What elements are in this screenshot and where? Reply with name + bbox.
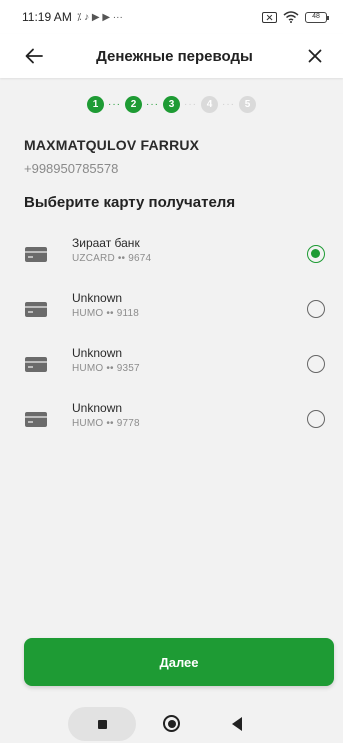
step-2: 2 xyxy=(125,95,142,113)
step-connector: ··· xyxy=(184,98,197,110)
recipient-phone: +998950785578 xyxy=(24,161,119,176)
status-right: 48 xyxy=(262,11,329,23)
battery-icon: 48 xyxy=(305,11,329,23)
app-header: Денежные переводы xyxy=(0,34,343,78)
card-radio[interactable] xyxy=(307,355,325,373)
credit-card-icon xyxy=(25,412,47,427)
card-number: HUMO •• 9357 xyxy=(72,363,140,374)
wifi-icon xyxy=(283,11,299,23)
credit-card-icon xyxy=(25,302,47,317)
status-left: 11:19 AM ⁒ ♪ ▶ ▶ ··· xyxy=(22,10,123,24)
no-sim-icon xyxy=(262,11,277,23)
card-option[interactable]: Unknown HUMO •• 9778 xyxy=(0,397,343,441)
step-4: 4 xyxy=(201,95,218,113)
credit-card-icon xyxy=(25,247,47,262)
notification-icons: ⁒ ♪ ▶ ▶ ··· xyxy=(76,11,123,23)
recipient-name: MAXMATQULOV FARRUX xyxy=(24,137,200,153)
close-button[interactable] xyxy=(303,44,327,68)
square-icon xyxy=(97,719,107,729)
card-bank-name: Unknown xyxy=(72,401,123,415)
step-connector: ··· xyxy=(222,98,235,110)
progress-stepper: 1 ··· 2 ··· 3 ··· 4 ··· 5 xyxy=(0,92,343,116)
status-bar: 11:19 AM ⁒ ♪ ▶ ▶ ··· 48 xyxy=(0,0,343,34)
recents-button[interactable] xyxy=(68,707,136,741)
step-1: 1 xyxy=(87,95,104,113)
card-number: UZCARD •• 9674 xyxy=(72,253,152,264)
back-button[interactable] xyxy=(22,44,46,68)
card-bank-name: Unknown xyxy=(72,291,123,305)
arrow-left-icon xyxy=(25,48,43,64)
credit-card-icon xyxy=(25,357,47,372)
status-time: 11:19 AM xyxy=(22,10,72,24)
card-option[interactable]: Unknown HUMO •• 9357 xyxy=(0,342,343,386)
section-title: Выберите карту получателя xyxy=(24,194,236,211)
card-bank-name: Unknown xyxy=(72,346,123,360)
step-connector: ··· xyxy=(108,98,121,110)
step-connector: ··· xyxy=(146,98,159,110)
card-option[interactable]: Зираат банк UZCARD •• 9674 xyxy=(0,232,343,276)
card-option[interactable]: Unknown HUMO •• 9118 xyxy=(0,287,343,331)
card-radio[interactable] xyxy=(307,410,325,428)
card-number: HUMO •• 9118 xyxy=(72,308,140,319)
card-radio[interactable] xyxy=(307,245,325,263)
card-radio[interactable] xyxy=(307,300,325,318)
home-button[interactable] xyxy=(163,715,180,732)
step-3: 3 xyxy=(163,95,180,113)
next-button[interactable]: Далее xyxy=(24,638,334,686)
close-icon xyxy=(308,49,322,63)
card-number: HUMO •• 9778 xyxy=(72,418,140,429)
step-5: 5 xyxy=(239,95,256,113)
page-title: Денежные переводы xyxy=(96,47,253,65)
back-triangle-icon[interactable] xyxy=(232,717,242,731)
card-bank-name: Зираат банк xyxy=(72,236,140,250)
system-nav-bar xyxy=(0,700,343,743)
